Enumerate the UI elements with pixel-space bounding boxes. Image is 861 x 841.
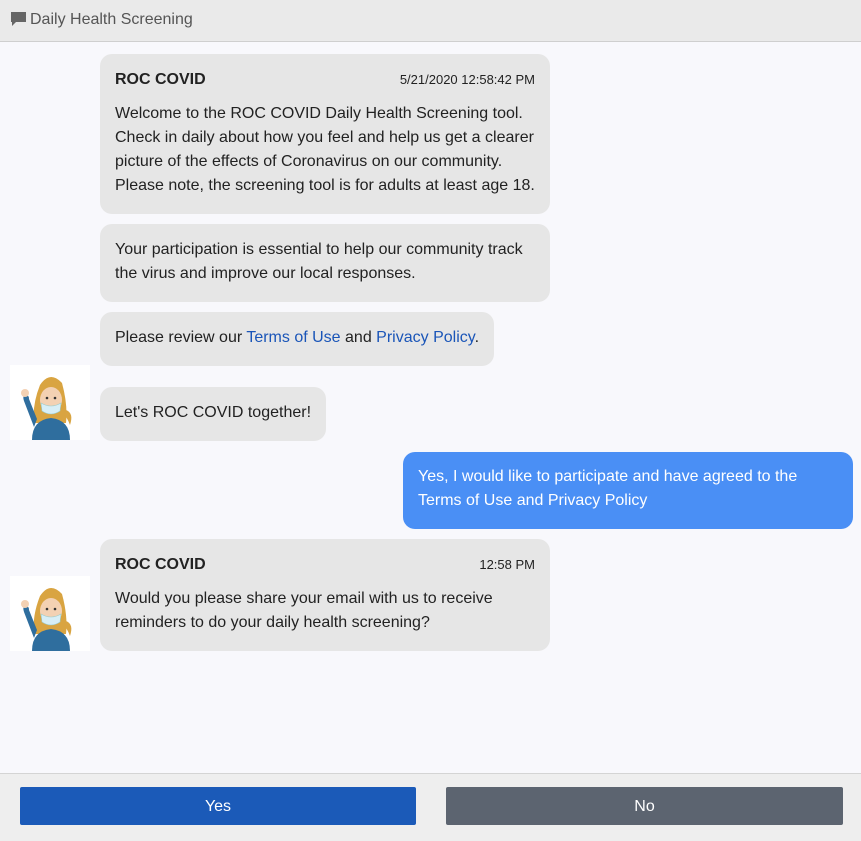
title-bar: Daily Health Screening	[0, 0, 861, 42]
message-text-start: Please review our	[115, 329, 247, 346]
bot-message: ROC COVID 5/21/2020 12:58:42 PM Welcome …	[100, 54, 550, 214]
message-sender: ROC COVID	[115, 556, 206, 573]
message-timestamp: 12:58 PM	[479, 557, 535, 572]
bot-message: ROC COVID 12:58 PM Would you please shar…	[100, 539, 550, 651]
bot-message: Your participation is essential to help …	[100, 224, 550, 302]
user-message: Yes, I would like to participate and hav…	[403, 452, 853, 529]
message-timestamp: 5/21/2020 12:58:42 PM	[399, 72, 535, 87]
nurse-waving-avatar-icon	[10, 576, 90, 651]
message-text: Let's ROC COVID together!	[115, 404, 312, 421]
message-text-end: .	[474, 329, 480, 346]
message-text: Would you please share your email with u…	[115, 590, 493, 631]
privacy-policy-link[interactable]: Privacy Policy	[376, 329, 474, 346]
user-message-text: Yes, I would like to participate and hav…	[418, 468, 798, 509]
message-text: Please review our Terms of Use and Priva…	[115, 326, 482, 350]
message-sender: ROC COVID	[115, 71, 206, 88]
terms-of-use-link[interactable]: Terms of Use	[246, 329, 340, 346]
window-title: Daily Health Screening	[30, 11, 193, 28]
yes-button[interactable]: Yes	[20, 787, 416, 825]
chat-bubble-icon	[11, 12, 26, 26]
no-button[interactable]: No	[446, 787, 843, 825]
bot-message: Let's ROC COVID together!	[100, 387, 326, 441]
message-text: Your participation is essential to help …	[115, 241, 523, 282]
action-bar: Yes No	[0, 773, 861, 841]
message-text-middle: and	[340, 329, 377, 346]
nurse-waving-avatar-icon	[10, 365, 90, 440]
message-text: Welcome to the ROC COVID Daily Health Sc…	[115, 105, 535, 194]
bot-message: Please review our Terms of Use and Priva…	[100, 312, 494, 366]
